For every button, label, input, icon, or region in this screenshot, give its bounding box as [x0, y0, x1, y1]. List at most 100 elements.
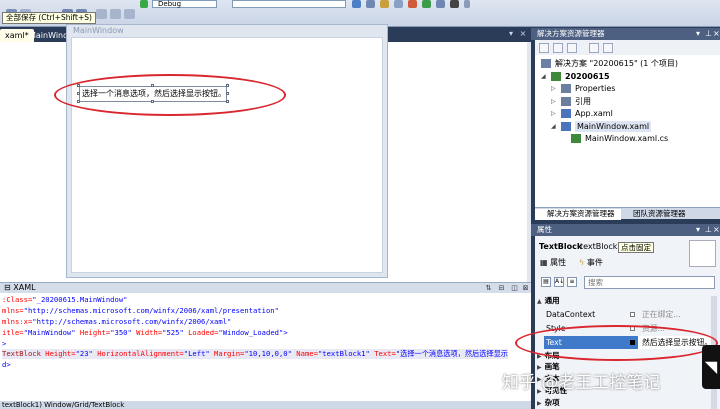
- element-preview: [689, 240, 716, 267]
- close-pane-icon[interactable]: ×: [713, 224, 720, 236]
- code-token: "Window_Loaded": [218, 328, 284, 337]
- auto-hide-pin-icon[interactable]: ⊥: [705, 28, 712, 40]
- split-vertical-icon[interactable]: ◫: [510, 284, 519, 292]
- code-line[interactable]: mlns="http://schemas.microsoft.com/winfx…: [2, 306, 279, 315]
- code-line[interactable]: TextBlock Height="23" HorizontalAlignmen…: [2, 349, 508, 359]
- xaml-breadcrumb: textBlock1) Window/Grid/TextBlock: [0, 401, 531, 409]
- expand-arrow-icon[interactable]: ▷: [551, 96, 556, 107]
- view-code-icon[interactable]: [589, 43, 599, 53]
- object-browser-icon[interactable]: [394, 0, 403, 8]
- view-designer-icon[interactable]: [603, 43, 613, 53]
- tab-solution-explorer[interactable]: 解决方案资源管理器: [535, 209, 621, 220]
- tree-item[interactable]: MainWindow.xaml: [575, 120, 652, 132]
- tree-item[interactable]: 20200615: [565, 71, 610, 82]
- start-page-icon[interactable]: [422, 0, 431, 8]
- properties-icon[interactable]: [539, 43, 549, 53]
- property-category-label: 通用: [544, 296, 560, 305]
- xaml-tab-label: XAML: [13, 283, 36, 292]
- designer-vertical-scrollbar[interactable]: [527, 42, 531, 282]
- property-category-label: 杂项: [544, 398, 560, 407]
- alphabetical-sort-icon[interactable]: A↓: [554, 277, 564, 287]
- property-search-input[interactable]: [584, 276, 715, 289]
- tree-item[interactable]: 引用: [575, 96, 591, 107]
- expand-arrow-icon[interactable]: ▷: [551, 83, 556, 94]
- refresh-icon[interactable]: [567, 43, 577, 53]
- selected-element-type: TextBlock: [539, 242, 583, 251]
- designer-window-title: MainWindow: [73, 26, 124, 35]
- code-token: "选择一个消息选项，然后选择显示: [395, 349, 508, 358]
- sort-by-source-icon[interactable]: ≡: [567, 277, 577, 287]
- xaml-code-editor[interactable]: :Class="_20200615.MainWindow" mlns="http:…: [0, 293, 531, 401]
- expand-arrow-icon[interactable]: ▷: [551, 108, 556, 119]
- code-token: Text=: [369, 349, 396, 358]
- toolbox-icon[interactable]: [408, 0, 417, 8]
- code-token: "http://schemas.microsoft.com/winfx/2006…: [32, 317, 232, 326]
- start-debugging-icon[interactable]: [140, 0, 148, 8]
- tree-item[interactable]: 解决方案 "20200615" (1 个项目): [555, 58, 678, 69]
- code-token: "textBlock1": [317, 349, 370, 358]
- find-in-files-icon[interactable]: [352, 0, 361, 8]
- property-category[interactable]: ▶ 杂项: [537, 398, 560, 409]
- code-token: >: [283, 328, 288, 337]
- close-pane-icon[interactable]: ×: [713, 28, 720, 40]
- property-marker-icon[interactable]: [630, 312, 635, 317]
- selected-element-name[interactable]: textBlock1: [580, 242, 623, 251]
- tab-team-explorer[interactable]: 团队资源管理器: [621, 209, 711, 220]
- code-token: "10,10,0,0": [244, 349, 292, 358]
- events-tab[interactable]: ϟ 事件: [579, 258, 603, 268]
- code-token: "MainWindow": [23, 328, 76, 337]
- solution-configuration-select[interactable]: Debug: [152, 0, 217, 8]
- tree-item[interactable]: MainWindow.xaml.cs: [585, 133, 668, 144]
- property-category[interactable]: ▲ 通用: [537, 296, 560, 307]
- collapse-pane-icon[interactable]: ⊠: [521, 284, 530, 292]
- code-token: "http://schemas.microsoft.com/winfx/2006…: [23, 306, 279, 315]
- code-line[interactable]: :Class="_20200615.MainWindow": [2, 295, 128, 304]
- swap-panes-icon[interactable]: ⇅: [484, 284, 493, 292]
- extension-manager-icon[interactable]: [436, 0, 445, 8]
- code-token: Height=: [75, 328, 111, 337]
- references-folder-icon: [561, 96, 571, 106]
- toolbar-overflow-icon[interactable]: [464, 0, 470, 8]
- code-token: Margin=: [209, 349, 245, 358]
- split-horizontal-icon[interactable]: ⊟: [497, 284, 506, 292]
- code-token: HorizontalAlignment=: [92, 349, 184, 358]
- auto-hide-pin-icon[interactable]: ⊥: [705, 224, 712, 236]
- collapse-arrow-icon[interactable]: ◢: [541, 71, 546, 82]
- collapse-arrow-icon[interactable]: ◢: [551, 121, 556, 132]
- xaml-tab[interactable]: ⊟ XAML: [4, 283, 36, 293]
- annotation-ellipse-textblock: [54, 74, 286, 116]
- code-line[interactable]: >: [2, 339, 6, 348]
- properties-window-icon[interactable]: [380, 0, 389, 8]
- find-input[interactable]: [232, 0, 346, 8]
- floating-badge: ◥: [702, 345, 720, 389]
- categorized-sort-icon[interactable]: ▤: [541, 277, 551, 287]
- code-line[interactable]: d>: [2, 360, 11, 369]
- command-window-icon[interactable]: [450, 0, 459, 8]
- code-token: Width=: [131, 328, 163, 337]
- pane-dropdown-icon[interactable]: ▾: [696, 224, 700, 236]
- pane-dropdown-icon[interactable]: ▾: [696, 28, 700, 40]
- tab-dropdown-icon[interactable]: ▾: [506, 29, 516, 39]
- property-value[interactable]: 正在绑定...: [642, 308, 681, 321]
- properties-tab[interactable]: ▦ 属性: [540, 258, 566, 268]
- copy-icon[interactable]: [110, 9, 121, 19]
- annotation-ellipse-text-property: [515, 325, 718, 361]
- paste-icon[interactable]: [124, 9, 135, 19]
- solution-explorer-icon[interactable]: [366, 0, 375, 8]
- code-line[interactable]: itle="MainWindow" Height="350" Width="52…: [2, 328, 288, 337]
- properties-title: 属性: [537, 225, 552, 234]
- close-document-icon[interactable]: ×: [518, 29, 528, 39]
- code-line[interactable]: mlns:x="http://schemas.microsoft.com/win…: [2, 317, 231, 326]
- cut-icon[interactable]: [96, 9, 107, 19]
- properties-tab-label: 属性: [550, 258, 567, 267]
- tree-item[interactable]: App.xaml: [575, 108, 613, 119]
- lightning-icon: ϟ: [579, 258, 585, 267]
- property-row[interactable]: DataContext 正在绑定...: [544, 308, 715, 321]
- properties-folder-icon: [561, 84, 571, 93]
- show-all-files-icon[interactable]: [553, 43, 563, 53]
- csharp-project-icon: [551, 71, 561, 81]
- events-tab-label: 事件: [586, 258, 603, 267]
- designer-window-frame[interactable]: MainWindow: [66, 24, 388, 278]
- tree-item[interactable]: Properties: [575, 83, 615, 94]
- xaml-file-icon: [561, 121, 571, 131]
